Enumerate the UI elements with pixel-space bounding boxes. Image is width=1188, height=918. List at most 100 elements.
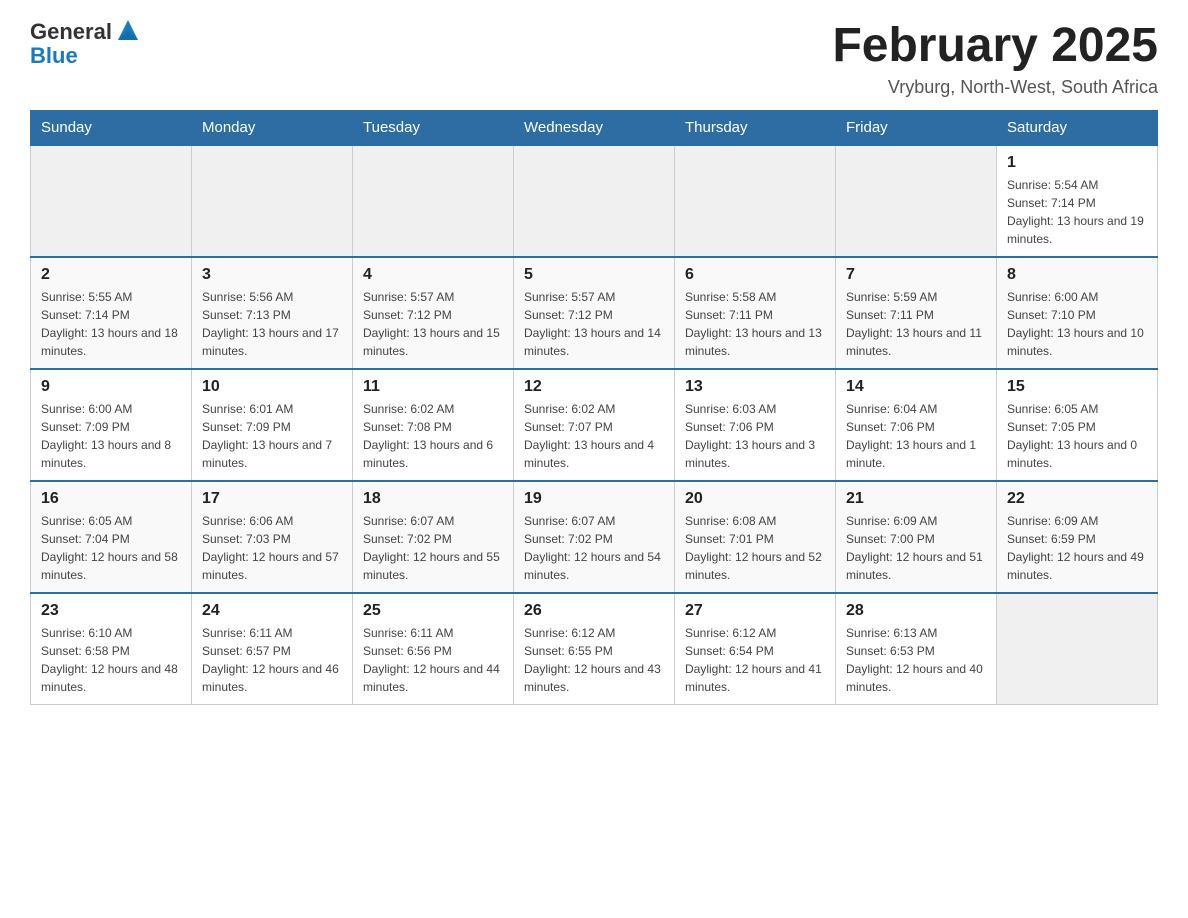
table-row: 20 Sunrise: 6:08 AMSunset: 7:01 PMDayligh… xyxy=(675,481,836,593)
day-info: Sunrise: 5:56 AMSunset: 7:13 PMDaylight:… xyxy=(202,288,342,360)
day-info: Sunrise: 6:12 AMSunset: 6:54 PMDaylight:… xyxy=(685,624,825,696)
table-row: 26 Sunrise: 6:12 AMSunset: 6:55 PMDayligh… xyxy=(514,593,675,705)
day-info: Sunrise: 6:04 AMSunset: 7:06 PMDaylight:… xyxy=(846,400,986,472)
calendar-week-row: 2 Sunrise: 5:55 AMSunset: 7:14 PMDaylight… xyxy=(31,257,1158,369)
day-info: Sunrise: 6:02 AMSunset: 7:07 PMDaylight:… xyxy=(524,400,664,472)
day-number: 19 xyxy=(524,490,664,508)
table-row: 5 Sunrise: 5:57 AMSunset: 7:12 PMDaylight… xyxy=(514,257,675,369)
day-info: Sunrise: 6:07 AMSunset: 7:02 PMDaylight:… xyxy=(524,512,664,584)
day-number: 28 xyxy=(846,602,986,620)
day-info: Sunrise: 5:57 AMSunset: 7:12 PMDaylight:… xyxy=(524,288,664,360)
table-row: 17 Sunrise: 6:06 AMSunset: 7:03 PMDayligh… xyxy=(192,481,353,593)
day-number: 5 xyxy=(524,266,664,284)
calendar-week-row: 16 Sunrise: 6:05 AMSunset: 7:04 PMDayligh… xyxy=(31,481,1158,593)
header-saturday: Saturday xyxy=(997,110,1158,145)
day-number: 15 xyxy=(1007,378,1147,396)
page-header: General Blue February 2025 Vryburg, Nort… xyxy=(30,20,1158,98)
logo: General Blue xyxy=(30,20,142,68)
day-number: 1 xyxy=(1007,154,1147,172)
day-number: 18 xyxy=(363,490,503,508)
table-row xyxy=(192,145,353,257)
table-row: 2 Sunrise: 5:55 AMSunset: 7:14 PMDaylight… xyxy=(31,257,192,369)
day-number: 3 xyxy=(202,266,342,284)
day-number: 25 xyxy=(363,602,503,620)
day-number: 8 xyxy=(1007,266,1147,284)
table-row: 15 Sunrise: 6:05 AMSunset: 7:05 PMDayligh… xyxy=(997,369,1158,481)
title-block: February 2025 Vryburg, North-West, South… xyxy=(832,20,1158,98)
table-row: 8Sunrise: 6:00 AMSunset: 7:10 PMDaylight… xyxy=(997,257,1158,369)
day-number: 9 xyxy=(41,378,181,396)
day-info: Sunrise: 5:54 AMSunset: 7:14 PMDaylight:… xyxy=(1007,176,1147,248)
logo-blue-text: Blue xyxy=(30,44,142,68)
day-info: Sunrise: 5:57 AMSunset: 7:12 PMDaylight:… xyxy=(363,288,503,360)
day-number: 11 xyxy=(363,378,503,396)
day-number: 27 xyxy=(685,602,825,620)
table-row: 10Sunrise: 6:01 AMSunset: 7:09 PMDayligh… xyxy=(192,369,353,481)
logo-icon xyxy=(114,16,142,44)
table-row: 23 Sunrise: 6:10 AMSunset: 6:58 PMDayligh… xyxy=(31,593,192,705)
table-row: 11 Sunrise: 6:02 AMSunset: 7:08 PMDayligh… xyxy=(353,369,514,481)
day-info: Sunrise: 6:00 AMSunset: 7:09 PMDaylight:… xyxy=(41,400,181,472)
calendar-week-row: 23 Sunrise: 6:10 AMSunset: 6:58 PMDayligh… xyxy=(31,593,1158,705)
table-row: 6Sunrise: 5:58 AMSunset: 7:11 PMDaylight… xyxy=(675,257,836,369)
day-info: Sunrise: 6:01 AMSunset: 7:09 PMDaylight:… xyxy=(202,400,342,472)
day-number: 16 xyxy=(41,490,181,508)
day-number: 14 xyxy=(846,378,986,396)
day-number: 13 xyxy=(685,378,825,396)
day-info: Sunrise: 6:12 AMSunset: 6:55 PMDaylight:… xyxy=(524,624,664,696)
table-row: 22Sunrise: 6:09 AMSunset: 6:59 PMDayligh… xyxy=(997,481,1158,593)
day-number: 24 xyxy=(202,602,342,620)
calendar-table: Sunday Monday Tuesday Wednesday Thursday… xyxy=(30,110,1158,705)
calendar-subtitle: Vryburg, North-West, South Africa xyxy=(832,77,1158,98)
day-info: Sunrise: 6:03 AMSunset: 7:06 PMDaylight:… xyxy=(685,400,825,472)
table-row xyxy=(31,145,192,257)
day-info: Sunrise: 6:02 AMSunset: 7:08 PMDaylight:… xyxy=(363,400,503,472)
table-row: 16 Sunrise: 6:05 AMSunset: 7:04 PMDayligh… xyxy=(31,481,192,593)
day-info: Sunrise: 6:09 AMSunset: 6:59 PMDaylight:… xyxy=(1007,512,1147,584)
day-number: 4 xyxy=(363,266,503,284)
table-row: 19 Sunrise: 6:07 AMSunset: 7:02 PMDayligh… xyxy=(514,481,675,593)
table-row: 21 Sunrise: 6:09 AMSunset: 7:00 PMDayligh… xyxy=(836,481,997,593)
table-row: 14 Sunrise: 6:04 AMSunset: 7:06 PMDayligh… xyxy=(836,369,997,481)
day-info: Sunrise: 6:06 AMSunset: 7:03 PMDaylight:… xyxy=(202,512,342,584)
day-info: Sunrise: 6:11 AMSunset: 6:56 PMDaylight:… xyxy=(363,624,503,696)
table-row: 28 Sunrise: 6:13 AMSunset: 6:53 PMDayligh… xyxy=(836,593,997,705)
table-row xyxy=(836,145,997,257)
day-info: Sunrise: 6:08 AMSunset: 7:01 PMDaylight:… xyxy=(685,512,825,584)
day-info: Sunrise: 6:13 AMSunset: 6:53 PMDaylight:… xyxy=(846,624,986,696)
day-number: 12 xyxy=(524,378,664,396)
day-number: 6 xyxy=(685,266,825,284)
day-info: Sunrise: 6:05 AMSunset: 7:05 PMDaylight:… xyxy=(1007,400,1147,472)
header-thursday: Thursday xyxy=(675,110,836,145)
day-number: 26 xyxy=(524,602,664,620)
header-monday: Monday xyxy=(192,110,353,145)
table-row: 27 Sunrise: 6:12 AMSunset: 6:54 PMDayligh… xyxy=(675,593,836,705)
day-number: 17 xyxy=(202,490,342,508)
day-number: 21 xyxy=(846,490,986,508)
day-info: Sunrise: 6:11 AMSunset: 6:57 PMDaylight:… xyxy=(202,624,342,696)
table-row: 13 Sunrise: 6:03 AMSunset: 7:06 PMDayligh… xyxy=(675,369,836,481)
day-number: 2 xyxy=(41,266,181,284)
day-info: Sunrise: 6:09 AMSunset: 7:00 PMDaylight:… xyxy=(846,512,986,584)
logo-general-text: General xyxy=(30,20,112,44)
day-number: 7 xyxy=(846,266,986,284)
table-row: 7 Sunrise: 5:59 AMSunset: 7:11 PMDaylight… xyxy=(836,257,997,369)
table-row: 3 Sunrise: 5:56 AMSunset: 7:13 PMDaylight… xyxy=(192,257,353,369)
table-row xyxy=(514,145,675,257)
table-row: 4 Sunrise: 5:57 AMSunset: 7:12 PMDaylight… xyxy=(353,257,514,369)
header-sunday: Sunday xyxy=(31,110,192,145)
day-info: Sunrise: 5:55 AMSunset: 7:14 PMDaylight:… xyxy=(41,288,181,360)
header-tuesday: Tuesday xyxy=(353,110,514,145)
day-number: 20 xyxy=(685,490,825,508)
day-info: Sunrise: 5:59 AMSunset: 7:11 PMDaylight:… xyxy=(846,288,986,360)
day-info: Sunrise: 6:05 AMSunset: 7:04 PMDaylight:… xyxy=(41,512,181,584)
table-row xyxy=(997,593,1158,705)
table-row: 1 Sunrise: 5:54 AMSunset: 7:14 PMDaylight… xyxy=(997,145,1158,257)
day-info: Sunrise: 6:10 AMSunset: 6:58 PMDaylight:… xyxy=(41,624,181,696)
day-info: Sunrise: 6:07 AMSunset: 7:02 PMDaylight:… xyxy=(363,512,503,584)
day-number: 23 xyxy=(41,602,181,620)
table-row: 18 Sunrise: 6:07 AMSunset: 7:02 PMDayligh… xyxy=(353,481,514,593)
table-row: 9 Sunrise: 6:00 AMSunset: 7:09 PMDaylight… xyxy=(31,369,192,481)
table-row: 25 Sunrise: 6:11 AMSunset: 6:56 PMDayligh… xyxy=(353,593,514,705)
calendar-week-row: 1 Sunrise: 5:54 AMSunset: 7:14 PMDaylight… xyxy=(31,145,1158,257)
